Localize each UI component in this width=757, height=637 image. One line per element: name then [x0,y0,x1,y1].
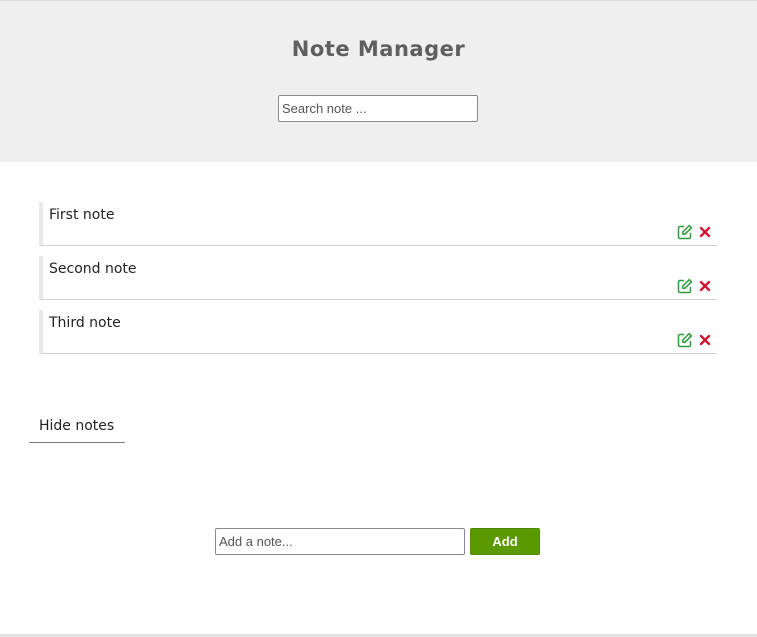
note-actions [676,331,713,349]
note-text: First note [49,207,115,223]
note-actions [676,223,713,241]
note-manager-page: Note Manager First note Se [0,0,757,637]
edit-icon[interactable] [676,332,693,349]
search-input[interactable] [278,95,478,122]
note-item: Third note [39,310,717,354]
header: Note Manager [0,1,757,162]
note-item: First note [39,202,717,246]
note-item: Second note [39,256,717,300]
note-list: First note Second note Third note [39,202,717,364]
note-text: Third note [49,315,121,331]
add-note-input[interactable] [215,528,465,555]
hide-notes-toggle[interactable]: Hide notes [29,418,125,443]
close-icon[interactable] [696,278,713,295]
note-text: Second note [49,261,137,277]
edit-icon[interactable] [676,278,693,295]
close-icon[interactable] [696,224,713,241]
close-icon[interactable] [696,332,713,349]
note-actions [676,277,713,295]
add-button[interactable]: Add [470,528,540,555]
page-title: Note Manager [291,37,466,61]
edit-icon[interactable] [676,224,693,241]
